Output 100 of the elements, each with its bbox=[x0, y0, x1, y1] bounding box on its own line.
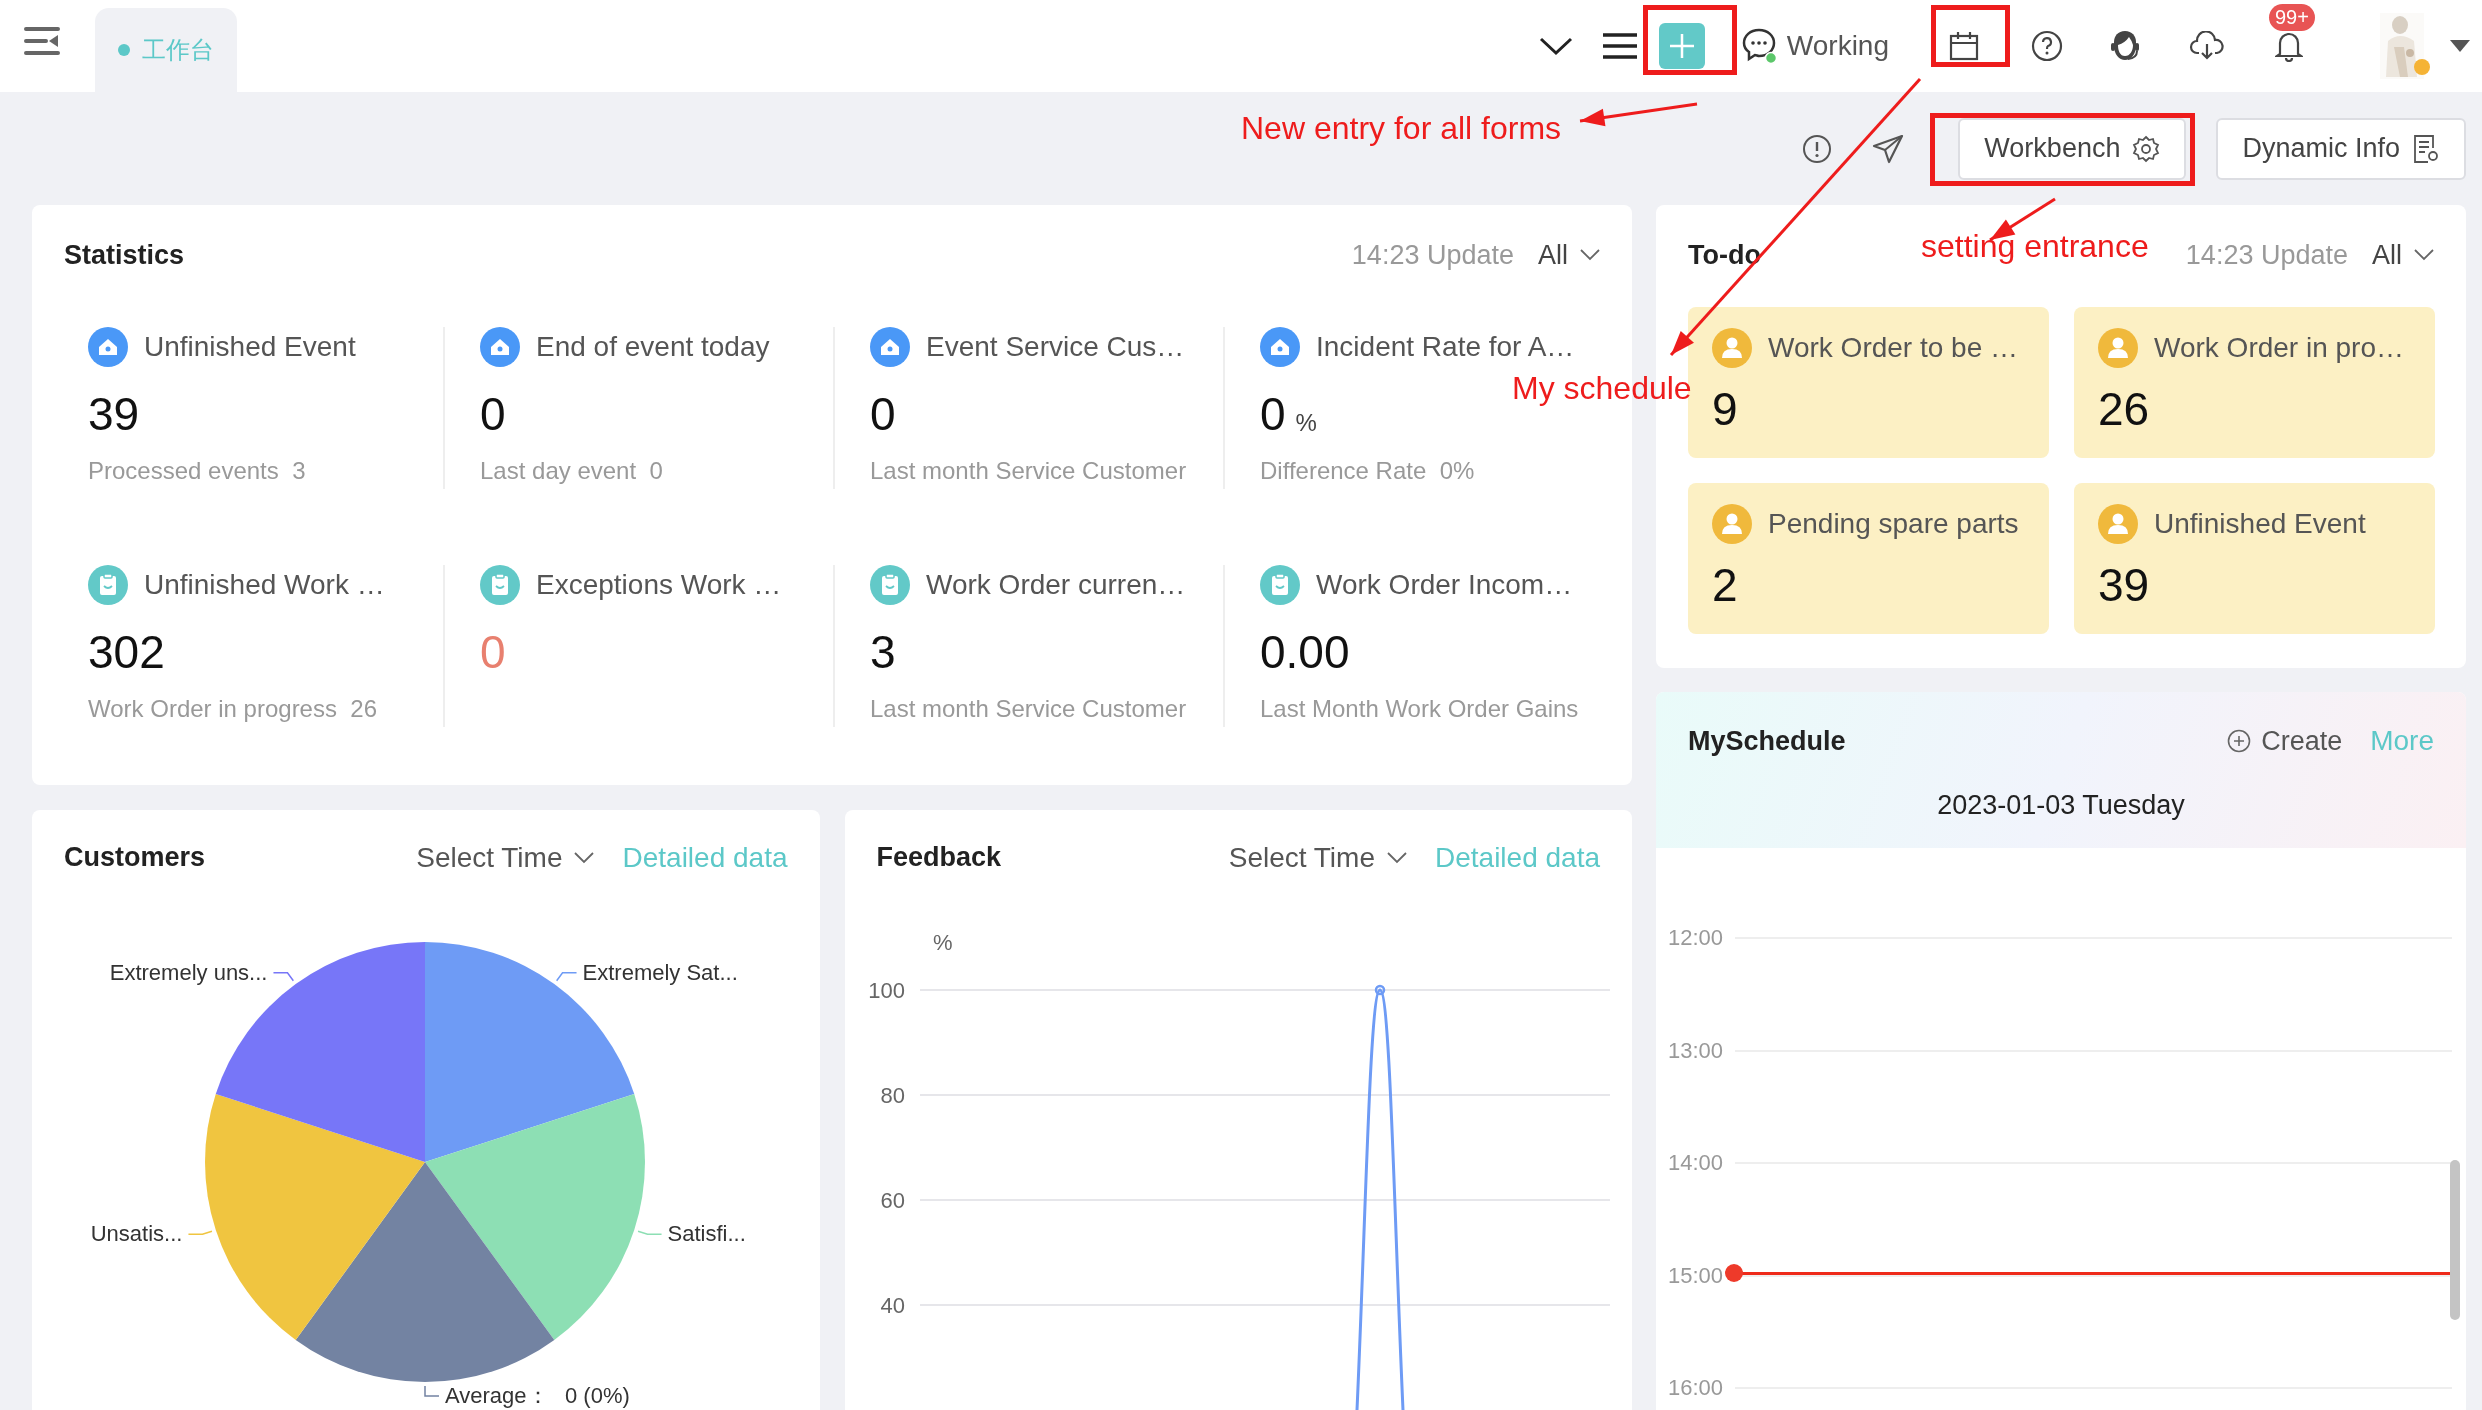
help-icon[interactable] bbox=[2031, 30, 2063, 62]
headset-icon[interactable] bbox=[2109, 29, 2141, 63]
filter-dropdown[interactable]: All bbox=[2372, 239, 2434, 271]
person-icon bbox=[2098, 328, 2138, 368]
stat-caption: Difference Rate 0% bbox=[1260, 457, 1476, 485]
card-title: To-do bbox=[1688, 239, 1761, 271]
house-icon bbox=[480, 327, 520, 367]
stat-value: 3 bbox=[870, 625, 896, 679]
stat-caption: Processed events 3 bbox=[88, 457, 307, 485]
stat-title: Unfinished Event bbox=[144, 331, 356, 363]
stat-value: 0 bbox=[1260, 387, 1286, 441]
house-icon bbox=[870, 327, 910, 367]
stat-title: Unfinished Work … bbox=[144, 569, 385, 601]
menu-collapse-icon[interactable] bbox=[24, 26, 60, 56]
leader-line bbox=[555, 971, 578, 982]
send-icon[interactable] bbox=[1872, 133, 1905, 164]
stat-title: Incident Rate for A… bbox=[1316, 331, 1575, 363]
info-button[interactable]: Dynamic Info bbox=[2216, 117, 2466, 180]
pie-label: Extremely uns... bbox=[109, 959, 268, 985]
bell-icon[interactable] bbox=[2275, 30, 2303, 62]
stat-value: 0.00 bbox=[1260, 625, 1350, 679]
notification-badge: 99+ bbox=[2269, 4, 2315, 31]
pie-value: 0 (0%) bbox=[565, 1383, 630, 1408]
clipboard-icon bbox=[870, 565, 910, 605]
stat-title: Event Service Cus… bbox=[926, 331, 1185, 363]
chevron-down-icon bbox=[574, 851, 595, 864]
cloud-download-icon[interactable] bbox=[2189, 31, 2225, 61]
status-label[interactable]: Working bbox=[1786, 30, 1889, 62]
current-time-dot bbox=[1725, 1263, 1743, 1282]
clipboard-icon bbox=[1260, 565, 1300, 605]
report-icon bbox=[2412, 133, 2440, 164]
person-icon bbox=[2098, 504, 2138, 544]
unit-label: % bbox=[1295, 409, 1317, 437]
person-icon bbox=[1712, 328, 1752, 368]
axis-label: 100 bbox=[867, 978, 905, 1003]
pie-label: Satisfi... bbox=[667, 1221, 746, 1247]
pie-label: Extremely Sat... bbox=[582, 959, 738, 985]
stat-title: Exceptions Work … bbox=[536, 569, 782, 601]
stat-title: Work Order curren… bbox=[926, 569, 1186, 601]
axis-label: 60 bbox=[880, 1188, 905, 1213]
update-time: 14:23 Update bbox=[1351, 239, 1514, 271]
todo-title: Work Order to be … bbox=[1768, 332, 2018, 364]
gear-icon bbox=[2132, 134, 2161, 163]
todo-tile[interactable]: Pending spare parts 2 bbox=[1688, 483, 2049, 634]
stat-value: 0 bbox=[480, 625, 506, 679]
filter-dropdown[interactable]: All bbox=[1538, 239, 1600, 271]
axis-label: 40 bbox=[880, 1293, 905, 1318]
create-button[interactable]: Create bbox=[2227, 725, 2343, 757]
todo-count: 39 bbox=[2098, 558, 2151, 612]
todo-title: Pending spare parts bbox=[1768, 508, 2019, 540]
chevron-down-icon bbox=[2414, 249, 2434, 261]
caret-icon[interactable] bbox=[2450, 40, 2470, 52]
chevron-down-icon[interactable] bbox=[1538, 36, 1573, 56]
axis-label: 80 bbox=[880, 1083, 905, 1108]
card-title: Feedback bbox=[876, 842, 1002, 873]
stat-caption: Work Order in progress 26 bbox=[88, 695, 378, 723]
todo-count: 26 bbox=[2098, 382, 2151, 436]
todo-tile[interactable]: Work Order in pro… 26 bbox=[2074, 307, 2435, 458]
clipboard-icon bbox=[480, 565, 520, 605]
chat-icon bbox=[1740, 27, 1779, 65]
status-dot bbox=[2414, 59, 2430, 75]
scrollbar[interactable] bbox=[2450, 1160, 2460, 1320]
card-title: Statistics bbox=[64, 239, 185, 271]
annotation-text: setting entrance bbox=[1921, 228, 2149, 265]
stat-caption: Last month Service Customer bbox=[870, 457, 1188, 485]
leader-line bbox=[637, 1230, 663, 1236]
stat-caption: Last Month Work Order Gains bbox=[1260, 695, 1580, 723]
pie-label: Average： bbox=[445, 1383, 549, 1408]
schedule-date: 2023-01-03 Tuesday bbox=[1936, 790, 2186, 821]
hour-label: 14:00 bbox=[1668, 1150, 1725, 1177]
card-title: MySchedule bbox=[1688, 725, 1846, 757]
leader-line bbox=[187, 1230, 213, 1236]
time-select[interactable]: Select Time bbox=[1228, 841, 1407, 874]
stat-value: 0 bbox=[870, 387, 896, 441]
calendar-icon[interactable] bbox=[1949, 31, 1979, 61]
clipboard-icon bbox=[88, 565, 128, 605]
todo-tile[interactable]: Unfinished Event 39 bbox=[2074, 483, 2435, 634]
todo-count: 2 bbox=[1712, 558, 1739, 612]
house-icon bbox=[88, 327, 128, 367]
card-title: Customers bbox=[64, 842, 206, 873]
person-icon bbox=[1712, 504, 1752, 544]
hour-label: 15:00 bbox=[1668, 1262, 1725, 1289]
workbench-button[interactable]: Workbench bbox=[1958, 117, 2187, 180]
todo-title: Unfinished Event bbox=[2154, 508, 2366, 540]
hour-label: 13:00 bbox=[1668, 1037, 1725, 1064]
hour-label: 12:00 bbox=[1668, 925, 1725, 952]
annotation-text: New entry for all forms bbox=[1241, 110, 1562, 147]
stat-caption: Last month Service Customer bbox=[870, 695, 1188, 723]
stat-value: 302 bbox=[88, 625, 165, 679]
hour-label: 16:00 bbox=[1668, 1375, 1725, 1402]
plus-circle-icon bbox=[2227, 729, 2252, 753]
menu-icon[interactable] bbox=[1602, 33, 1637, 59]
leader-line bbox=[272, 971, 295, 982]
todo-title: Work Order in pro… bbox=[2154, 332, 2404, 364]
stat-value: 39 bbox=[88, 387, 140, 441]
info-icon[interactable] bbox=[1802, 133, 1833, 164]
chevron-down-icon bbox=[1580, 249, 1600, 261]
time-select[interactable]: Select Time bbox=[416, 841, 595, 874]
axis-unit: % bbox=[932, 930, 953, 955]
plus-icon bbox=[1667, 32, 1696, 60]
